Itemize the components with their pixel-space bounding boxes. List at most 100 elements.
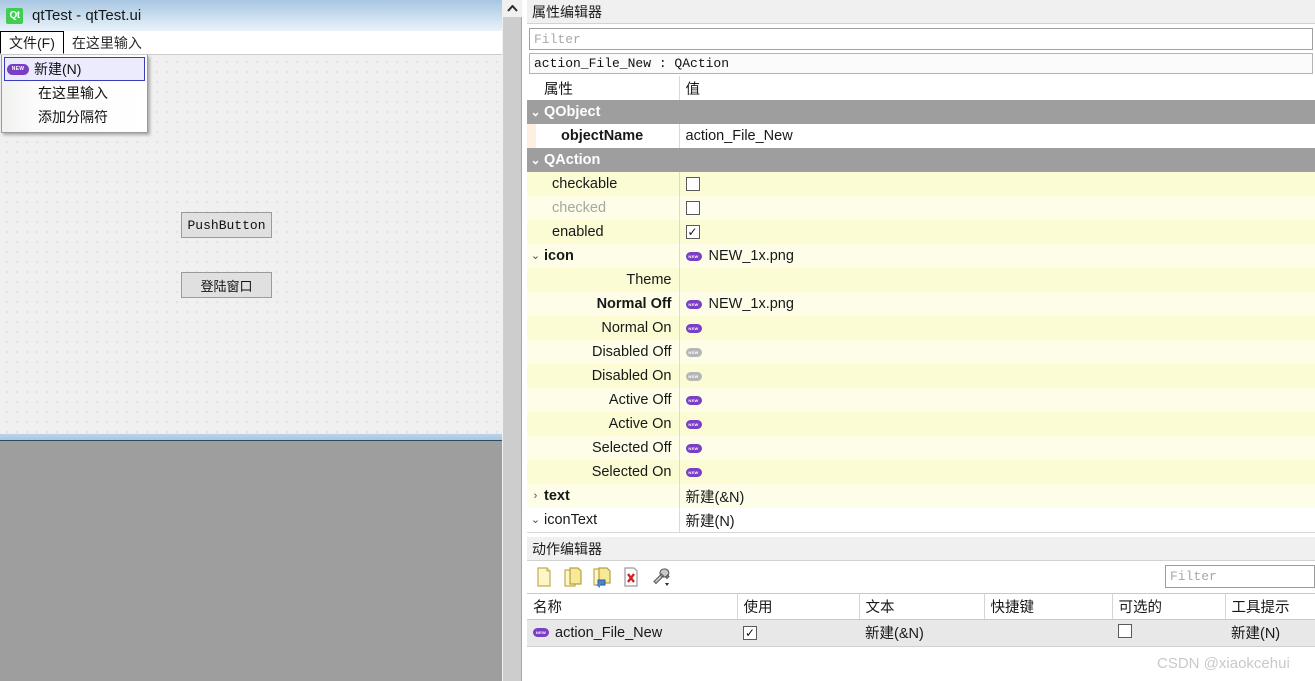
action-shortcut-cell[interactable] <box>984 620 1112 646</box>
property-value-cell[interactable]: NEW <box>679 436 1315 460</box>
chevron-down-icon[interactable]: ⌄ <box>527 148 544 172</box>
chevron-up-icon <box>507 5 518 12</box>
property-row[interactable]: checked <box>527 196 1315 220</box>
chevron-down-icon[interactable]: ⌄ <box>527 508 544 532</box>
property-checkbox[interactable] <box>686 177 700 191</box>
property-row[interactable]: ⌄QObject <box>527 100 1315 124</box>
property-value-label: NEW_1x.png <box>709 296 794 312</box>
property-value-cell[interactable] <box>679 268 1315 292</box>
file-menu-popup[interactable]: NEW 新建(N) 在这里输入 添加分隔符 <box>1 55 148 133</box>
property-checkbox[interactable]: ✓ <box>686 225 700 239</box>
property-value-label: NEW_1x.png <box>709 248 794 264</box>
property-name-cell: checked <box>527 196 679 220</box>
property-row[interactable]: ⌄iconText新建(N) <box>527 508 1315 532</box>
action-name-label: action_File_New <box>555 625 662 641</box>
form-menubar: 文件(F) 在这里输入 <box>0 31 502 55</box>
action-table-row[interactable]: NEWaction_File_New ✓ 新建(&N) 新建(N) <box>527 620 1315 646</box>
delete-action-icon[interactable] <box>621 566 641 588</box>
menu-item-add-separator[interactable]: 添加分隔符 <box>2 105 147 129</box>
property-value-cell[interactable]: ✓ <box>679 220 1315 244</box>
property-row[interactable]: Disabled Off NEW <box>527 340 1315 364</box>
property-row[interactable]: Selected Off NEW <box>527 436 1315 460</box>
action-filter-input[interactable]: Filter <box>1165 565 1315 588</box>
menu-item-new[interactable]: NEW 新建(N) <box>4 57 145 81</box>
property-value-cell[interactable]: NEW <box>679 340 1315 364</box>
property-row[interactable]: Active OnNEW <box>527 412 1315 436</box>
qt-logo-icon: Qt <box>6 8 23 24</box>
action-col-header[interactable]: 名称 <box>527 594 737 620</box>
copy-action-icon[interactable] <box>592 566 612 588</box>
property-checkbox[interactable] <box>686 201 700 215</box>
action-name-cell[interactable]: NEWaction_File_New <box>527 620 737 646</box>
action-text-cell[interactable]: 新建(&N) <box>859 620 984 646</box>
property-col-name: 属性 <box>527 76 679 100</box>
property-value-cell[interactable]: 新建(N) <box>679 508 1315 532</box>
action-col-header[interactable]: 工具提示 <box>1225 594 1315 620</box>
chevron-right-icon[interactable]: › <box>527 484 544 508</box>
menubar-item-file[interactable]: 文件(F) <box>0 31 64 54</box>
new-action-icon[interactable] <box>534 566 554 588</box>
property-name-cell: Disabled On <box>527 364 679 388</box>
property-name-label: text <box>544 488 570 504</box>
scroll-up-arrow-icon[interactable] <box>503 0 522 17</box>
action-tooltip-cell[interactable]: 新建(N) <box>1225 620 1315 646</box>
property-row[interactable]: Normal OffNEWNEW_1x.png <box>527 292 1315 316</box>
action-col-header[interactable]: 使用 <box>737 594 859 620</box>
edit-action-icon[interactable] <box>563 566 583 588</box>
property-value-cell[interactable]: NEW NEW_1x.png <box>679 292 1315 316</box>
action-col-header[interactable]: 文本 <box>859 594 984 620</box>
property-row[interactable]: ⌄iconNEWNEW_1x.png <box>527 244 1315 268</box>
property-name-label: Disabled Off <box>592 344 672 360</box>
scrollbar-thumb[interactable] <box>504 18 521 681</box>
property-editor-title-label: 属性编辑器 <box>532 2 602 22</box>
action-col-header[interactable]: 快捷键 <box>984 594 1112 620</box>
form-login-button[interactable]: 登陆窗口 <box>181 272 272 298</box>
property-row[interactable]: Theme <box>527 268 1315 292</box>
property-name-label: checked <box>552 200 606 216</box>
menu-item-type-here[interactable]: 在这里输入 <box>2 81 147 105</box>
property-table-header: 属性 值 <box>527 76 1315 100</box>
property-value-cell <box>679 100 1315 124</box>
property-name-cell: Active Off <box>527 388 679 412</box>
new-pill-icon: NEW <box>686 420 702 429</box>
property-row[interactable]: Selected OnNEW <box>527 460 1315 484</box>
chevron-down-icon[interactable]: ⌄ <box>527 244 544 268</box>
property-row[interactable]: objectNameaction_File_New <box>527 124 1315 148</box>
property-value-cell[interactable]: NEW <box>679 388 1315 412</box>
property-row[interactable]: enabled✓ <box>527 220 1315 244</box>
property-row[interactable]: Normal OnNEW <box>527 316 1315 340</box>
action-checkable-checkbox[interactable] <box>1118 624 1132 638</box>
property-value-cell[interactable]: NEW <box>679 412 1315 436</box>
new-pill-icon: NEW <box>686 444 702 453</box>
property-value-cell[interactable]: NEW <box>679 364 1315 388</box>
property-value-cell[interactable] <box>679 196 1315 220</box>
menu-item-add-separator-label: 添加分隔符 <box>38 107 108 127</box>
chevron-down-icon[interactable]: ⌄ <box>527 100 544 124</box>
property-value-cell[interactable]: action_File_New <box>679 124 1315 148</box>
action-col-header[interactable]: 可选的 <box>1112 594 1225 620</box>
property-value-cell[interactable]: NEW <box>679 316 1315 340</box>
action-used-checkbox[interactable]: ✓ <box>743 626 757 640</box>
property-name-label: Selected Off <box>592 440 672 456</box>
property-row[interactable]: Disabled OnNEW <box>527 364 1315 388</box>
property-filter-wrap: Filter <box>527 24 1315 53</box>
property-value-cell[interactable]: 新建(&N) <box>679 484 1315 508</box>
property-filter-input[interactable]: Filter <box>529 28 1313 50</box>
vertical-scrollbar[interactable] <box>502 0 522 681</box>
property-value-cell[interactable] <box>679 172 1315 196</box>
menubar-item-placeholder[interactable]: 在这里输入 <box>64 31 150 54</box>
property-row[interactable]: ⌄QAction <box>527 148 1315 172</box>
property-name-cell: checkable <box>527 172 679 196</box>
form-pushbutton[interactable]: PushButton <box>181 212 272 238</box>
action-used-cell[interactable]: ✓ <box>737 620 859 646</box>
new-pill-icon: NEW <box>686 300 702 309</box>
form-window-titlebar: Qt qtTest - qtTest.ui <box>0 0 502 31</box>
action-checkable-cell[interactable] <box>1112 620 1225 646</box>
property-row[interactable]: ›text 新建(&N) <box>527 484 1315 508</box>
configure-icon[interactable] <box>650 566 670 588</box>
property-value-cell[interactable]: NEWNEW_1x.png <box>679 244 1315 268</box>
property-value-cell[interactable]: NEW <box>679 460 1315 484</box>
menubar-item-placeholder-label: 在这里输入 <box>72 33 142 53</box>
property-row[interactable]: Active OffNEW <box>527 388 1315 412</box>
property-row[interactable]: checkable <box>527 172 1315 196</box>
